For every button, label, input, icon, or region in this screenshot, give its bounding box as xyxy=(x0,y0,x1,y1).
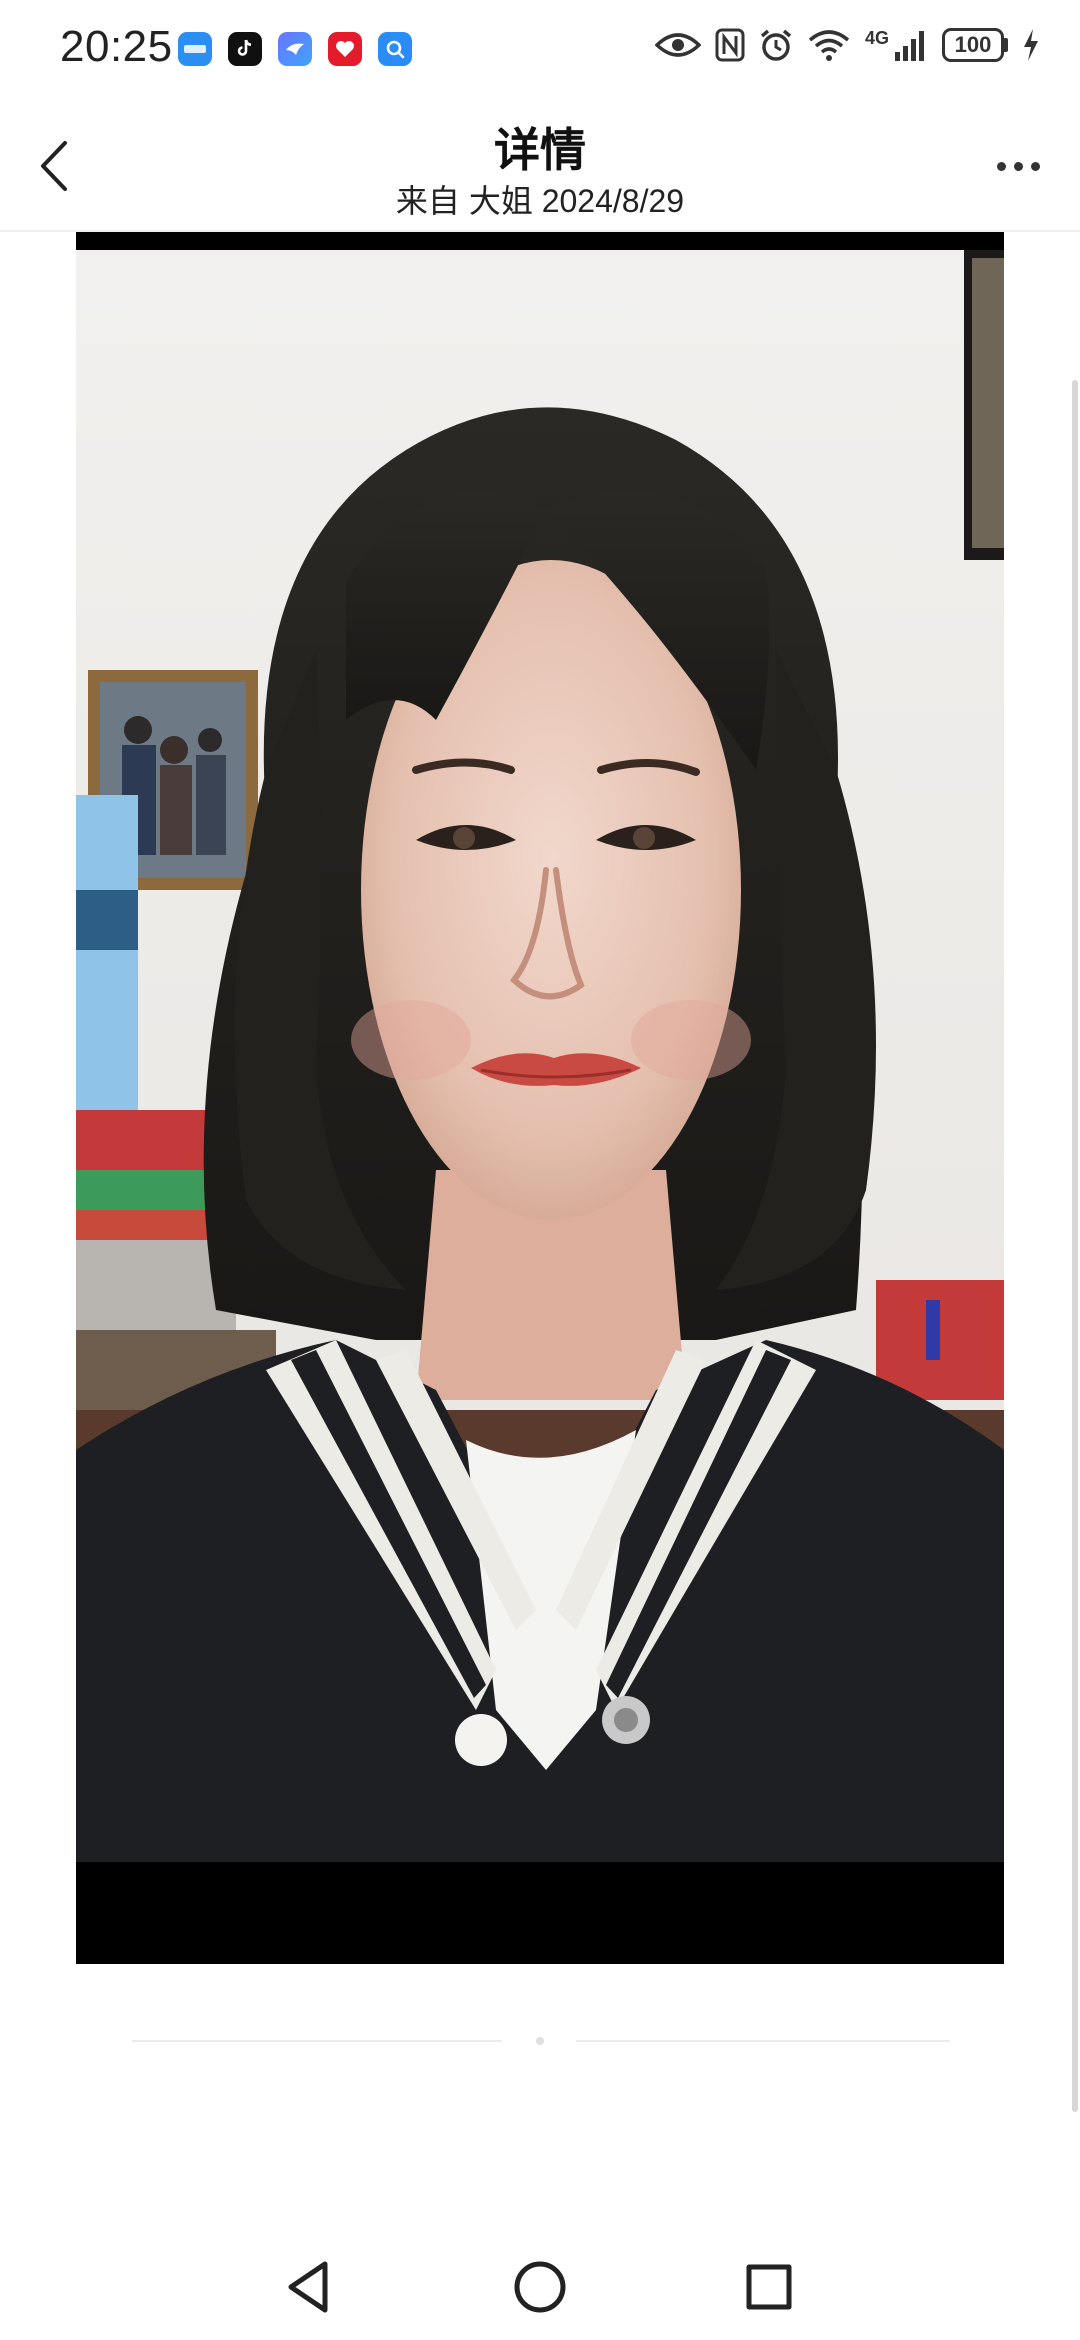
divider xyxy=(576,2040,950,2042)
nav-back-icon xyxy=(288,2261,328,2313)
status-bar: 20:25 4G 100 xyxy=(0,0,1080,100)
system-icons: 4G 100 xyxy=(654,28,1040,62)
tiktok-icon xyxy=(228,32,262,66)
alarm-icon xyxy=(760,29,792,61)
more-dot-icon xyxy=(996,161,1006,171)
battery-level: 100 xyxy=(942,28,1004,62)
navigation-bar xyxy=(0,2230,1080,2340)
nav-recent-button[interactable] xyxy=(734,2252,804,2322)
eye-icon xyxy=(654,33,701,57)
red-app-icon xyxy=(328,32,362,66)
portrait-photo-image xyxy=(76,250,1004,1862)
status-time: 20:25 xyxy=(60,22,173,71)
nfc-icon xyxy=(715,28,745,62)
bird-app-icon xyxy=(278,32,312,66)
battery-icon: 100 xyxy=(942,28,1008,62)
nav-back-button[interactable] xyxy=(274,2252,344,2322)
notification-icons xyxy=(178,32,412,66)
nav-home-button[interactable] xyxy=(505,2252,575,2322)
nav-recent-icon xyxy=(746,2264,792,2310)
signal-icon: 4G xyxy=(865,28,928,62)
more-dot-icon xyxy=(1013,161,1023,171)
wifi-icon xyxy=(808,30,850,61)
more-options-button[interactable] xyxy=(980,140,1056,192)
nav-home-icon xyxy=(514,2261,566,2313)
page-title: 详情 xyxy=(494,124,586,176)
page-subtitle: 来自 大姐 2024/8/29 xyxy=(395,183,685,219)
divider xyxy=(132,2040,502,2042)
divider-dot xyxy=(536,2037,544,2045)
header: 详情 来自 大姐 2024/8/29 xyxy=(0,100,1080,232)
network-label: 4G xyxy=(864,28,889,48)
photo-viewer[interactable] xyxy=(76,232,1004,1964)
portrait-photo[interactable] xyxy=(76,250,1004,1862)
video-app-icon xyxy=(178,32,212,66)
search-app-icon xyxy=(378,32,412,66)
charging-icon xyxy=(1024,29,1038,61)
more-dot-icon xyxy=(1030,161,1040,171)
scrollbar[interactable] xyxy=(1072,380,1078,2112)
